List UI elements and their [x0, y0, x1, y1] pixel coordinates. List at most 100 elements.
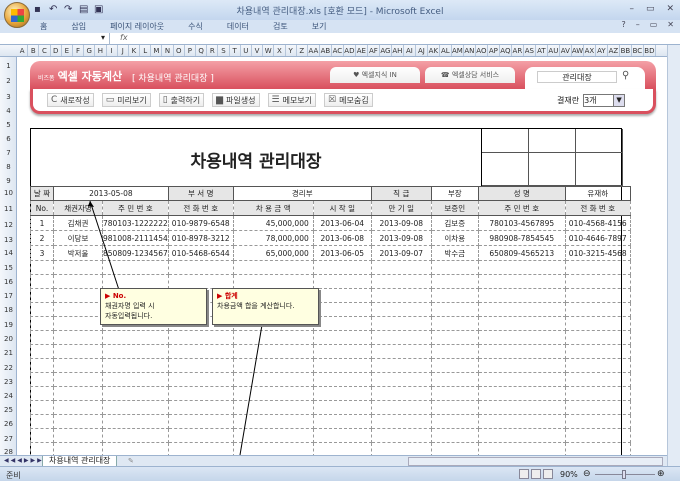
column-header[interactable]: BC [632, 45, 644, 56]
column-header[interactable]: AE [356, 45, 368, 56]
worksheet[interactable]: 비즈폼 엑셀 자동계산 [ 차용내역 관리대장 ] ♥ 엑셀지식 IN ☎ 엑셀상… [17, 57, 667, 455]
open-icon[interactable]: ▤ [79, 4, 90, 15]
column-header[interactable]: AR [512, 45, 524, 56]
column-header[interactable]: AU [548, 45, 560, 56]
column-header[interactable]: H [95, 45, 107, 56]
zoom-level[interactable]: 90% [560, 470, 578, 479]
name-box[interactable]: ▾ [0, 33, 110, 45]
row-header[interactable]: 17 [0, 292, 17, 300]
column-header[interactable]: P [185, 45, 196, 56]
minimize-button[interactable]: – [629, 4, 634, 14]
save-icon[interactable]: ▪ [34, 4, 45, 15]
column-header[interactable]: AX [584, 45, 596, 56]
zoom-in-icon[interactable]: ⊕ [657, 469, 665, 479]
sheet-nav-buttons[interactable]: ◀◀◀▶▶▶ [4, 457, 44, 464]
column-header[interactable]: AH [392, 45, 404, 56]
row-header[interactable]: 23 [0, 378, 17, 386]
vertical-scrollbar[interactable] [667, 45, 680, 466]
column-header[interactable]: AP [488, 45, 500, 56]
column-header[interactable]: R [207, 45, 219, 56]
column-header[interactable]: A [17, 45, 29, 56]
row-header[interactable]: 22 [0, 364, 17, 372]
row-header[interactable]: 6 [0, 135, 17, 143]
column-header[interactable]: AJ [416, 45, 428, 56]
page-break-view-icon[interactable] [543, 469, 553, 479]
row-header[interactable]: 3 [0, 93, 17, 101]
row-header[interactable]: 7 [0, 149, 17, 157]
column-header[interactable]: N [162, 45, 174, 56]
zoom-out-icon[interactable]: ⊖ [583, 469, 591, 479]
row-header[interactable]: 15 [0, 264, 17, 272]
column-header[interactable]: Q [196, 45, 208, 56]
column-header[interactable]: AB [320, 45, 332, 56]
normal-view-icon[interactable] [519, 469, 529, 479]
column-header[interactable]: AQ [500, 45, 512, 56]
column-header[interactable]: AF [368, 45, 380, 56]
column-header[interactable]: L [140, 45, 152, 56]
column-header[interactable]: BB [620, 45, 632, 56]
tab-formulas[interactable]: 수식 [188, 21, 203, 32]
comment-total[interactable]: 합계차용금액 합을 계산합니다. [212, 288, 319, 325]
row-header[interactable]: 27 [0, 435, 17, 443]
column-header[interactable]: I [107, 45, 118, 56]
column-header[interactable]: AG [380, 45, 392, 56]
tab-data[interactable]: 데이터 [227, 21, 249, 32]
column-header[interactable]: AY [596, 45, 608, 56]
redo-icon[interactable]: ↷ [64, 4, 75, 15]
row-header[interactable]: 1 [0, 62, 17, 70]
column-header[interactable]: W [263, 45, 275, 56]
workbook-restore-button[interactable]: ▭ [650, 20, 658, 29]
column-header[interactable]: U [241, 45, 252, 56]
column-header[interactable]: E [62, 45, 73, 56]
column-header[interactable]: AS [524, 45, 536, 56]
comment-no[interactable]: No.채권자명 입력 시 자동입력됩니다. [100, 288, 207, 325]
column-header[interactable]: BD [644, 45, 656, 56]
close-button[interactable]: ✕ [666, 4, 674, 14]
row-header[interactable]: 19 [0, 321, 17, 329]
column-header[interactable]: AL [440, 45, 452, 56]
column-header[interactable]: Z [297, 45, 308, 56]
row-header[interactable]: 20 [0, 335, 17, 343]
column-header[interactable]: F [73, 45, 85, 56]
column-header[interactable]: J [118, 45, 129, 56]
row-header[interactable]: 8 [0, 163, 17, 171]
column-header[interactable]: AC [332, 45, 344, 56]
row-header[interactable]: 24 [0, 392, 17, 400]
row-header[interactable]: 2 [0, 77, 17, 85]
column-header[interactable]: AO [476, 45, 488, 56]
column-header[interactable]: S [218, 45, 230, 56]
page-layout-view-icon[interactable] [531, 469, 541, 479]
tab-view[interactable]: 보기 [312, 21, 327, 32]
column-header[interactable]: G [84, 45, 96, 56]
row-header[interactable]: 26 [0, 420, 17, 428]
fx-icon[interactable]: fx [120, 33, 128, 42]
row-header[interactable]: 13 [0, 236, 17, 244]
tab-home[interactable]: 홈 [40, 21, 47, 32]
column-header[interactable]: AN [464, 45, 476, 56]
horizontal-scrollbar[interactable] [408, 457, 663, 466]
row-header[interactable]: 9 [0, 177, 17, 185]
row-header[interactable]: 5 [0, 121, 17, 129]
column-header[interactable]: O [174, 45, 185, 56]
column-header[interactable]: K [129, 45, 141, 56]
row-header[interactable]: 25 [0, 406, 17, 414]
column-header[interactable]: AV [560, 45, 572, 56]
column-header[interactable]: T [230, 45, 241, 56]
tab-insert[interactable]: 삽입 [71, 21, 86, 32]
workbook-close-button[interactable]: ✕ [667, 20, 674, 29]
print-preview-icon[interactable]: ▣ [94, 4, 105, 15]
row-header[interactable]: 11 [0, 205, 17, 213]
maximize-button[interactable]: ▭ [646, 4, 655, 14]
row-header[interactable]: 4 [0, 107, 17, 115]
row-header[interactable]: 14 [0, 249, 17, 257]
column-header[interactable]: B [28, 45, 40, 56]
column-header[interactable]: AK [428, 45, 440, 56]
workbook-minimize-button[interactable]: – [636, 20, 640, 29]
column-header[interactable]: V [252, 45, 264, 56]
column-header[interactable]: AZ [608, 45, 620, 56]
undo-icon[interactable]: ↶ [49, 4, 60, 15]
column-header[interactable]: M [151, 45, 163, 56]
tab-review[interactable]: 검토 [273, 21, 288, 32]
zoom-slider-thumb[interactable] [622, 470, 626, 479]
column-header[interactable]: D [51, 45, 62, 56]
